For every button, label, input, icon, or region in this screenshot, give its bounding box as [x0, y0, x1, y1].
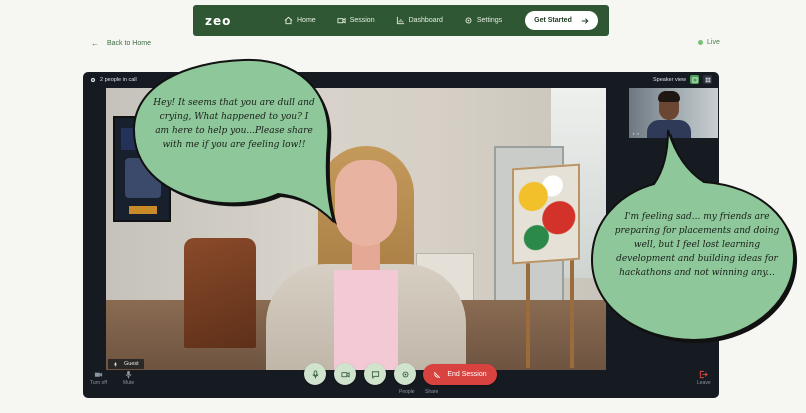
get-started-button[interactable]: Get Started: [525, 11, 598, 30]
live-indicator: Live: [698, 39, 720, 46]
painting-canvas: [512, 163, 580, 265]
guest-name-tag: Guest: [108, 359, 144, 369]
chat-button[interactable]: [364, 363, 386, 385]
mute-label: Mute: [123, 380, 135, 386]
mic-icon: [125, 370, 132, 379]
arrow-right-icon: [581, 17, 589, 24]
leave-button[interactable]: Leave: [697, 370, 711, 386]
home-icon: [284, 16, 293, 25]
nav-label-session: Session: [349, 17, 375, 24]
nav-item-session[interactable]: Session: [337, 16, 375, 25]
nav-item-dashboard[interactable]: Dashboard: [396, 16, 443, 25]
logo[interactable]: zeo: [203, 14, 263, 28]
speaker-view-icon: [692, 77, 697, 82]
nav-label-home: Home: [297, 17, 316, 24]
grid-view-button[interactable]: [703, 75, 712, 84]
camera-icon: [94, 372, 103, 377]
mic-icon: [113, 362, 118, 367]
speaker-view-button[interactable]: [690, 75, 699, 84]
camera-button[interactable]: [334, 363, 356, 385]
video-icon: [337, 17, 346, 24]
turn-off-label: Turn off: [90, 380, 107, 386]
live-label: Live: [707, 39, 720, 46]
live-dot-icon: [698, 40, 703, 45]
gear-icon: [402, 371, 408, 377]
easel-leg: [570, 258, 574, 368]
get-started-label: Get Started: [534, 17, 572, 24]
nav-label-settings: Settings: [476, 17, 503, 24]
people-button[interactable]: People: [399, 389, 415, 395]
chat-icon: [371, 370, 379, 379]
turn-off-camera-button[interactable]: Turn off: [90, 370, 107, 386]
user-message-text: I'm feeling sad... my friends are prepar…: [614, 212, 780, 278]
share-button[interactable]: Share: [425, 389, 438, 395]
settings-button[interactable]: [394, 363, 416, 385]
arrow-left-icon: ←: [91, 39, 99, 48]
view-switcher: Speaker view: [653, 75, 712, 84]
user-speech-bubble: I'm feeling sad... my friends are prepar…: [584, 126, 802, 348]
nav-item-settings[interactable]: Settings: [464, 16, 502, 25]
end-session-button[interactable]: End Session: [423, 364, 497, 385]
speaker-view-label: Speaker view: [652, 76, 686, 83]
ai-speech-bubble: Hey! It seems that you are dull and cryi…: [128, 54, 342, 226]
gear-icon: [465, 17, 472, 24]
top-navbar: zeo Home Session Dashboard Settings Get …: [193, 5, 609, 36]
grid-icon: [705, 77, 710, 82]
leave-icon: [700, 370, 709, 379]
guest-label: Guest: [124, 361, 139, 367]
phone-off-icon: [434, 371, 441, 378]
easel-leg: [526, 258, 530, 368]
back-label: Back to Home: [107, 40, 151, 47]
back-to-home-link[interactable]: ← Back to Home: [91, 39, 151, 48]
settings-icon[interactable]: [90, 77, 96, 83]
mic-icon: [311, 369, 319, 379]
nav-item-home[interactable]: Home: [284, 16, 316, 25]
chair: [184, 238, 256, 348]
mute-button[interactable]: Mute: [123, 370, 134, 386]
chart-icon: [396, 16, 404, 25]
leave-label: Leave: [697, 380, 711, 386]
end-session-label: End Session: [447, 371, 487, 378]
video-icon: [340, 371, 350, 377]
ai-message-text: Hey! It seems that you are dull and cryi…: [153, 98, 315, 150]
nav-label-dashboard: Dashboard: [408, 17, 443, 24]
mic-button[interactable]: [304, 363, 326, 385]
